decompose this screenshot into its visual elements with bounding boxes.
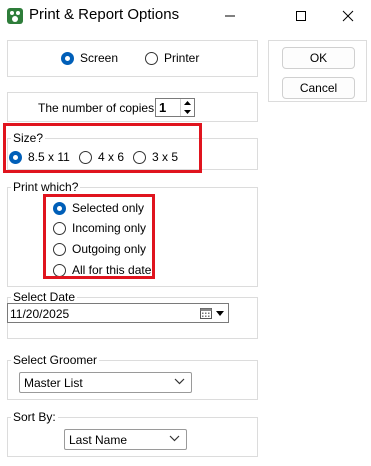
print-which-highlight-box (43, 194, 155, 279)
sort-by-select[interactable]: Last Name (64, 429, 187, 450)
title-bar: Print & Report Options (0, 0, 371, 32)
radio-screen[interactable]: Screen (61, 51, 118, 65)
minimize-button[interactable] (207, 0, 253, 32)
calendar-icon[interactable] (200, 307, 212, 319)
date-picker[interactable]: 11/20/2025 (7, 303, 229, 323)
app-icon (7, 8, 23, 24)
chevron-down-icon (184, 109, 191, 114)
radio-printer-indicator (145, 51, 158, 65)
radio-printer[interactable]: Printer (145, 51, 199, 65)
maximize-button[interactable] (278, 0, 324, 32)
stepper-down-button[interactable] (181, 108, 194, 117)
close-button[interactable] (325, 0, 371, 32)
chevron-down-icon (169, 435, 180, 442)
sort-by-select-value: Last Name (69, 433, 128, 447)
radio-printer-label: Printer (164, 51, 200, 65)
groomer-select[interactable]: Master List (19, 372, 192, 393)
chevron-down-icon (174, 378, 185, 385)
window-title: Print & Report Options (29, 6, 180, 23)
size-highlight-box (3, 123, 202, 173)
groomer-select-value: Master List (24, 376, 83, 390)
close-icon (342, 10, 354, 22)
minimize-icon (225, 15, 235, 17)
select-date-legend: Select Date (11, 290, 78, 304)
copies-label: The number of copies: (38, 101, 158, 115)
copies-value[interactable]: 1 (159, 100, 166, 115)
chevron-down-icon[interactable] (216, 311, 224, 316)
chevron-up-icon (184, 101, 191, 106)
select-groomer-legend: Select Groomer (11, 353, 100, 367)
maximize-icon (296, 11, 306, 21)
print-which-legend: Print which? (11, 180, 81, 194)
ok-button[interactable]: OK (282, 47, 355, 69)
date-value[interactable]: 11/20/2025 (10, 307, 69, 321)
copies-stepper[interactable]: 1 (155, 98, 195, 117)
radio-screen-label: Screen (80, 51, 119, 65)
stepper-up-button[interactable] (181, 99, 194, 108)
radio-screen-indicator (61, 51, 74, 65)
cancel-button[interactable]: Cancel (282, 77, 355, 99)
output-group (7, 40, 258, 77)
stepper-buttons (180, 99, 194, 116)
sort-by-legend: Sort By: (11, 410, 58, 424)
